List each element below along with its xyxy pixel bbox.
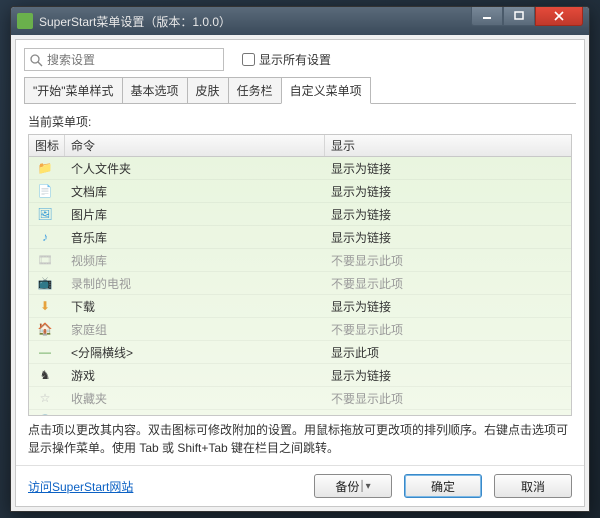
row-command: <分隔横线> — [65, 344, 325, 361]
row-icon[interactable]: ☆ — [29, 390, 65, 406]
table-row[interactable]: ☆收藏夹不要显示此项 — [29, 387, 571, 410]
current-items-label: 当前菜单项: — [16, 105, 584, 134]
search-box[interactable] — [24, 48, 224, 71]
tab-2[interactable]: 皮肤 — [187, 77, 229, 104]
row-icon[interactable]: 🏠 — [29, 321, 65, 337]
row-display: 显示为链接 — [325, 229, 571, 246]
app-icon — [17, 13, 33, 29]
row-display: 显示为链接 — [325, 206, 571, 223]
row-icon[interactable]: 🎞 — [29, 252, 65, 268]
row-command: 视频库 — [65, 252, 325, 269]
show-all-settings[interactable]: 显示所有设置 — [242, 51, 331, 68]
row-display: 不要显示此项 — [325, 321, 571, 338]
table-row[interactable]: 📁个人文件夹显示为链接 — [29, 157, 571, 180]
row-icon[interactable]: ♪ — [29, 229, 65, 245]
titlebar[interactable]: SuperStart菜单设置（版本：1.0.0） — [11, 7, 589, 35]
table-row[interactable]: ⬇下载显示为链接 — [29, 295, 571, 318]
ok-button[interactable]: 确定 — [404, 474, 482, 498]
row-icon[interactable]: 📁 — [29, 160, 65, 176]
row-icon[interactable]: ⬇ — [29, 298, 65, 314]
search-icon — [29, 53, 43, 67]
row-display: 不要显示此项 — [325, 252, 571, 269]
row-display: 显示此项 — [325, 344, 571, 361]
list-header: 图标 命令 显示 — [29, 135, 571, 157]
backup-button[interactable]: 备份 — [314, 474, 392, 498]
row-icon[interactable]: ♞ — [29, 367, 65, 383]
row-command: 文档库 — [65, 183, 325, 200]
table-row[interactable]: ♪音乐库显示为链接 — [29, 226, 571, 249]
website-link[interactable]: 访问SuperStart网站 — [28, 478, 133, 495]
row-icon[interactable]: 📺 — [29, 275, 65, 291]
row-command: 游戏 — [65, 367, 325, 384]
column-icon-header[interactable]: 图标 — [29, 135, 65, 156]
tab-1[interactable]: 基本选项 — [122, 77, 188, 104]
search-input[interactable] — [43, 53, 219, 67]
row-command: 录制的电视 — [65, 275, 325, 292]
tab-4[interactable]: 自定义菜单项 — [281, 77, 371, 104]
top-row: 显示所有设置 — [16, 40, 584, 77]
tab-0[interactable]: "开始"菜单样式 — [24, 77, 123, 104]
row-icon[interactable]: 📄 — [29, 183, 65, 199]
row-display: 不要显示此项 — [325, 390, 571, 407]
row-command: 收藏夹 — [65, 390, 325, 407]
table-row[interactable]: ♞游戏显示为链接 — [29, 364, 571, 387]
maximize-button[interactable] — [503, 6, 535, 26]
row-display: 显示为链接 — [325, 367, 571, 384]
row-display: 不要显示此项 — [325, 275, 571, 292]
minimize-button[interactable] — [471, 6, 503, 26]
row-icon[interactable]: 🖼 — [29, 206, 65, 222]
row-display: 显示为链接 — [325, 298, 571, 315]
table-row[interactable]: 🎞视频库不要显示此项 — [29, 249, 571, 272]
footer: 访问SuperStart网站 备份 确定 取消 — [16, 465, 584, 506]
row-display: 显示为链接 — [325, 183, 571, 200]
cancel-button[interactable]: 取消 — [494, 474, 572, 498]
table-row[interactable]: 🕓最近使用的项目不要显示此项 — [29, 410, 571, 415]
settings-window: SuperStart菜单设置（版本：1.0.0） — [10, 6, 590, 512]
window-title: SuperStart菜单设置（版本：1.0.0） — [39, 13, 471, 30]
table-row[interactable]: —<分隔横线>显示此项 — [29, 341, 571, 364]
table-row[interactable]: 🖼图片库显示为链接 — [29, 203, 571, 226]
row-command: 图片库 — [65, 206, 325, 223]
client-area: 显示所有设置 "开始"菜单样式基本选项皮肤任务栏自定义菜单项 当前菜单项: 图标… — [15, 39, 585, 507]
row-command: 家庭组 — [65, 321, 325, 338]
row-command: 下载 — [65, 298, 325, 315]
minimize-icon — [482, 11, 492, 21]
list-body[interactable]: 📁个人文件夹显示为链接📄文档库显示为链接🖼图片库显示为链接♪音乐库显示为链接🎞视… — [29, 157, 571, 415]
column-display-header[interactable]: 显示 — [325, 135, 571, 156]
table-row[interactable]: 📺录制的电视不要显示此项 — [29, 272, 571, 295]
show-all-checkbox[interactable] — [242, 53, 255, 66]
menu-items-list: 图标 命令 显示 📁个人文件夹显示为链接📄文档库显示为链接🖼图片库显示为链接♪音… — [28, 134, 572, 416]
show-all-label: 显示所有设置 — [259, 51, 331, 68]
tab-3[interactable]: 任务栏 — [228, 77, 282, 104]
row-command: 个人文件夹 — [65, 160, 325, 177]
row-display: 显示为链接 — [325, 160, 571, 177]
tab-strip: "开始"菜单样式基本选项皮肤任务栏自定义菜单项 — [16, 77, 584, 104]
close-button[interactable] — [535, 6, 583, 26]
table-row[interactable]: 🏠家庭组不要显示此项 — [29, 318, 571, 341]
close-icon — [554, 11, 564, 21]
row-command: 音乐库 — [65, 229, 325, 246]
row-command: 最近使用的项目 — [65, 413, 325, 416]
maximize-icon — [514, 11, 524, 21]
table-row[interactable]: 📄文档库显示为链接 — [29, 180, 571, 203]
column-command-header[interactable]: 命令 — [65, 135, 325, 156]
row-icon[interactable]: 🕓 — [29, 413, 65, 415]
row-icon[interactable]: — — [29, 344, 65, 360]
row-display: 不要显示此项 — [325, 413, 571, 416]
hint-text: 点击项以更改其内容。双击图标可修改附加的设置。用鼠标拖放可更改项的排列顺序。右键… — [16, 416, 584, 465]
